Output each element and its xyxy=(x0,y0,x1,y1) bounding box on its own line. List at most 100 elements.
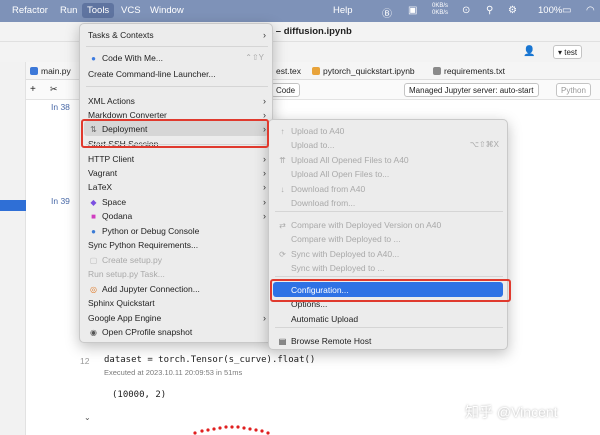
display-icon[interactable]: ▣ xyxy=(408,5,417,16)
configuration-annotation-box xyxy=(270,279,511,302)
profile-icon: ◉ xyxy=(90,328,97,337)
deployment-menu-item-automatic-upload[interactable]: Automatic Upload xyxy=(269,312,509,326)
deployment-menu-label: Upload All Open Files to... xyxy=(291,169,390,179)
deployment-menu-label: Compare with Deployed Version on A40 xyxy=(291,220,442,230)
location-icon[interactable]: ⊙ xyxy=(462,5,470,16)
menu-run[interactable]: Run xyxy=(60,5,77,16)
macos-menubar: Refactor Run Tools VCS Window Help Ⓑ ▣ 0… xyxy=(0,0,600,22)
deployment-menu-item-download-from[interactable]: Download from... xyxy=(269,196,509,210)
tools-menu-label: Add Jupyter Connection... xyxy=(102,284,200,294)
menu-help[interactable]: Help xyxy=(333,5,353,16)
shortcut-hint: ⌃⇧Y xyxy=(245,53,264,62)
tools-menu-item-http-client[interactable]: HTTP Client › xyxy=(80,152,274,166)
tools-menu-label: XML Actions xyxy=(88,96,135,106)
wifi-icon[interactable]: ◠ xyxy=(586,5,595,16)
submenu-arrow-icon: › xyxy=(263,30,266,40)
deployment-menu-item-sync-with-deployed-to[interactable]: Sync with Deployed to ... xyxy=(269,261,509,275)
run-config-select[interactable]: ▾ test xyxy=(553,45,583,59)
deployment-menu-item-sync-with-deployed-to-a40[interactable]: ⟳ Sync with Deployed to A40... xyxy=(269,247,509,261)
tools-menu-label: Python or Debug Console xyxy=(102,226,200,236)
network-speed: 0KB/s 0KB/s xyxy=(432,3,448,17)
tools-menu-label: Qodana xyxy=(102,211,133,221)
tools-menu-label: Create setup.py xyxy=(102,255,163,265)
upload-icon: ↑ xyxy=(280,127,285,136)
tools-menu-item-open-cprofile-snapshot[interactable]: ◉ Open CProfile snapshot xyxy=(80,325,274,339)
python-file-icon xyxy=(30,67,38,75)
sync-icon: ⟳ xyxy=(279,250,286,259)
line-number: 12 xyxy=(80,356,90,366)
submenu-arrow-icon: › xyxy=(263,211,266,221)
tools-menu-label: Google App Engine xyxy=(88,313,162,323)
submenu-arrow-icon: › xyxy=(263,182,266,192)
watermark: 知乎 @Vincent xyxy=(465,404,558,420)
battery-icon[interactable]: ▭ xyxy=(562,5,571,16)
figure-icon[interactable]: ⚲ xyxy=(486,5,493,16)
space-icon: ◆ xyxy=(90,198,97,207)
tools-menu-item-code-with-me[interactable]: ● Code With Me... ⌃⇧Y xyxy=(80,51,274,65)
tools-menu-label: HTTP Client xyxy=(88,154,135,164)
deployment-menu-item-upload-all-open-files-to[interactable]: Upload All Open Files to... xyxy=(269,167,509,181)
tools-menu-item-space[interactable]: ◆ Space › xyxy=(80,195,274,209)
submenu-arrow-icon: › xyxy=(263,154,266,164)
cell-type-select[interactable]: Code xyxy=(271,83,301,97)
tools-menu-item-add-jupyter-connection[interactable]: ◎ Add Jupyter Connection... xyxy=(80,282,274,296)
collapse-chevron-icon[interactable]: ⌄ xyxy=(84,413,91,422)
menu-tools[interactable]: Tools xyxy=(82,3,115,18)
tools-menu-item-sync-python-requirements[interactable]: Sync Python Requirements... xyxy=(80,238,274,252)
tools-menu-item-qodana[interactable]: ■ Qodana › xyxy=(80,209,274,223)
python-console-icon: ● xyxy=(91,227,96,236)
tab-requirements[interactable]: requirements.txt xyxy=(433,66,505,76)
tools-menu-label: Run setup.py Task... xyxy=(88,269,165,279)
menu-window[interactable]: Window xyxy=(150,5,184,16)
tools-menu-item-create-setup-py[interactable]: ▢ Create setup.py xyxy=(80,253,274,267)
tools-menu-item-google-app-engine[interactable]: Google App Engine › xyxy=(80,311,274,325)
menu-vcs[interactable]: VCS xyxy=(121,5,141,16)
menu-refactor[interactable]: Refactor xyxy=(12,5,48,16)
deployment-menu-item-compare-with-deployed-version-on-a40[interactable]: ⇄ Compare with Deployed Version on A40 xyxy=(269,218,509,232)
tab-main-py[interactable]: main.py xyxy=(30,66,71,76)
deployment-menu-label: Upload All Opened Files to A40 xyxy=(291,155,409,165)
control-center-icon[interactable]: ⚙ xyxy=(508,5,517,16)
cut-icon[interactable]: ✂ xyxy=(50,84,58,95)
tools-menu-item-tasks-contexts[interactable]: Tasks & Contexts › xyxy=(80,28,274,42)
deployment-menu-label: Sync with Deployed to ... xyxy=(291,263,385,273)
status-b-icon[interactable]: Ⓑ xyxy=(382,5,392,20)
kernel-select[interactable]: Python xyxy=(556,83,591,97)
battery-percent: 100% xyxy=(538,5,563,16)
deployment-menu-label: Download from A40 xyxy=(291,184,366,194)
tab-pytorch-quickstart[interactable]: pytorch_quickstart.ipynb xyxy=(312,66,415,76)
deployment-menu-label: Download from... xyxy=(291,198,356,208)
tools-menu-item-latex[interactable]: LaTeX › xyxy=(80,180,274,194)
jupyter-server-select[interactable]: Managed Jupyter server: auto-start xyxy=(404,83,539,97)
selected-tree-item[interactable] xyxy=(0,200,26,211)
tools-menu-item-xml-actions[interactable]: XML Actions › xyxy=(80,94,274,108)
cell-prompt-38: In 38 xyxy=(51,102,70,112)
deployment-menu-item-upload-to[interactable]: Upload to... ⌥⇧⌘X xyxy=(269,138,509,152)
scatter-plot-preview xyxy=(193,425,270,435)
tab-test-tex[interactable]: est.tex xyxy=(276,66,301,76)
submenu-arrow-icon: › xyxy=(263,168,266,178)
deployment-menu-item-upload-to-a40[interactable]: ↑ Upload to A40 xyxy=(269,124,509,138)
deployment-menu-item-upload-all-opened-files-to-a40[interactable]: ⇈ Upload All Opened Files to A40 xyxy=(269,153,509,167)
menu-separator xyxy=(275,327,503,328)
deployment-menu-item-browse-remote-host[interactable]: ▤ Browse Remote Host xyxy=(269,334,509,348)
deployment-menu-item-download-from-a40[interactable]: ↓ Download from A40 xyxy=(269,182,509,196)
add-cell-icon[interactable]: + xyxy=(30,84,36,95)
user-icon[interactable]: 👤 xyxy=(523,46,535,57)
net-down: 0KB/s xyxy=(432,10,449,16)
tools-menu: Tasks & Contexts › ● Code With Me... ⌃⇧Y Crea… xyxy=(79,23,273,343)
tools-menu-item-sphinx-quickstart[interactable]: Sphinx Quickstart xyxy=(80,296,274,310)
tools-menu-item-create-command-line-launcher[interactable]: Create Command-line Launcher... xyxy=(80,67,274,81)
tools-menu-item-python-or-debug-console[interactable]: ● Python or Debug Console xyxy=(80,224,274,238)
tab-requirements-label: requirements.txt xyxy=(444,66,505,76)
window-title: t – diffusion.ipynb xyxy=(270,26,352,37)
tools-menu-item-vagrant[interactable]: Vagrant › xyxy=(80,166,274,180)
deployment-submenu: ↑ Upload to A40 Upload to... ⌥⇧⌘X ⇈ Upload Al… xyxy=(268,119,508,350)
code-line[interactable]: dataset = torch.Tensor(s_curve).float() xyxy=(104,355,315,365)
tools-menu-label: Create Command-line Launcher... xyxy=(88,69,216,79)
tools-menu-label: Open CProfile snapshot xyxy=(102,327,193,337)
notebook-file-icon xyxy=(312,67,320,75)
deployment-menu-item-compare-with-deployed-to[interactable]: Compare with Deployed to ... xyxy=(269,232,509,246)
tools-menu-label: Sphinx Quickstart xyxy=(88,298,155,308)
tools-menu-item-run-setup-py-task[interactable]: Run setup.py Task... xyxy=(80,267,274,281)
